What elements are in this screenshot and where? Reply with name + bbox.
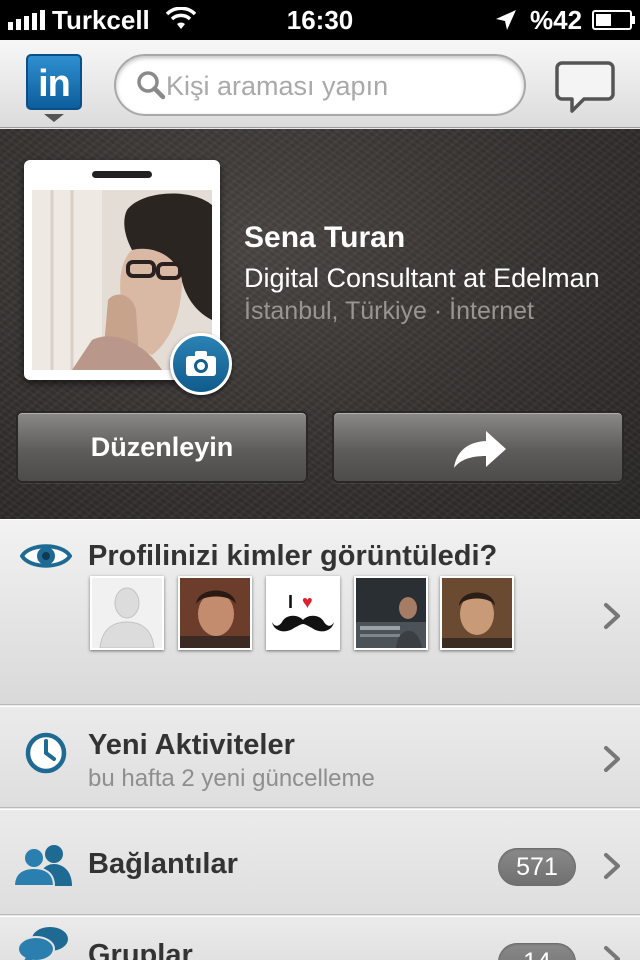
profile-name: Sena Turan	[244, 221, 406, 254]
viewer-thumb-default-avatar[interactable]	[90, 576, 164, 650]
connections-title: Bağlantılar	[88, 848, 238, 880]
profile-headline: Digital Consultant at Edelman	[244, 263, 600, 293]
search-input[interactable]	[166, 66, 506, 106]
viewer-thumb-studio[interactable]	[354, 576, 428, 650]
camera-icon	[186, 351, 216, 376]
thumb-heart: ♥	[302, 592, 313, 612]
viewer-photo	[356, 578, 426, 648]
share-arrow-icon	[454, 431, 506, 468]
speech-bubbles-icon	[17, 927, 68, 960]
i-love-moustache-icon: I ♥	[268, 578, 338, 648]
badge-slot	[92, 171, 152, 178]
connections-row[interactable]: Bağlantılar 571	[0, 809, 640, 915]
viewer-photo	[180, 578, 250, 648]
chevron-right-icon	[604, 853, 620, 879]
profile-location: İstanbul, Türkiye · İnternet	[244, 297, 534, 325]
status-bar: Turkcell 16:30 %42	[0, 0, 640, 40]
groups-count-badge: 14	[498, 943, 576, 960]
profile-viewers-row[interactable]: Profilinizi kimler görüntüledi? I ♥	[0, 519, 640, 705]
new-activities-title: Yeni Aktiviteler	[88, 729, 295, 761]
new-activities-row[interactable]: Yeni Aktiviteler bu hafta 2 yeni güncell…	[0, 706, 640, 808]
search-icon	[137, 71, 166, 100]
battery-percent: %42	[530, 5, 583, 35]
groups-title: Gruplar	[88, 939, 193, 960]
chevron-right-icon	[604, 946, 620, 960]
location-arrow-icon	[496, 10, 516, 30]
viewer-thumb-moustache[interactable]: I ♥	[266, 576, 340, 650]
thumb-letter-i: I	[288, 592, 293, 612]
chevron-right-icon	[604, 746, 620, 772]
linkedin-logo-button[interactable]: in	[26, 54, 82, 110]
share-profile-button[interactable]	[332, 411, 624, 483]
viewer-thumb-person-1[interactable]	[178, 576, 252, 650]
nav-bar: in	[0, 40, 640, 128]
viewer-thumb-person-2[interactable]	[440, 576, 514, 650]
default-avatar-icon	[92, 578, 162, 648]
search-bar[interactable]	[114, 54, 526, 116]
camera-button[interactable]	[170, 333, 232, 395]
profile-viewers-title: Profilinizi kimler görüntüledi?	[88, 540, 498, 572]
connections-count-badge: 571	[498, 848, 576, 886]
chevron-right-icon	[604, 603, 620, 629]
profile-header: Sena Turan Digital Consultant at Edelman…	[0, 129, 640, 519]
groups-row[interactable]: Gruplar 14	[0, 916, 640, 960]
eye-icon	[20, 544, 72, 568]
menu-caret-icon	[44, 114, 64, 122]
viewer-photo	[442, 578, 512, 648]
edit-profile-button[interactable]: Düzenleyin	[16, 411, 308, 483]
profile-photo-card[interactable]	[24, 160, 232, 395]
people-icon	[14, 845, 72, 886]
new-activities-subtitle: bu hafta 2 yeni güncelleme	[88, 765, 375, 792]
clock-icon	[25, 732, 67, 774]
battery-icon	[592, 10, 635, 30]
messages-icon[interactable]	[554, 60, 616, 116]
